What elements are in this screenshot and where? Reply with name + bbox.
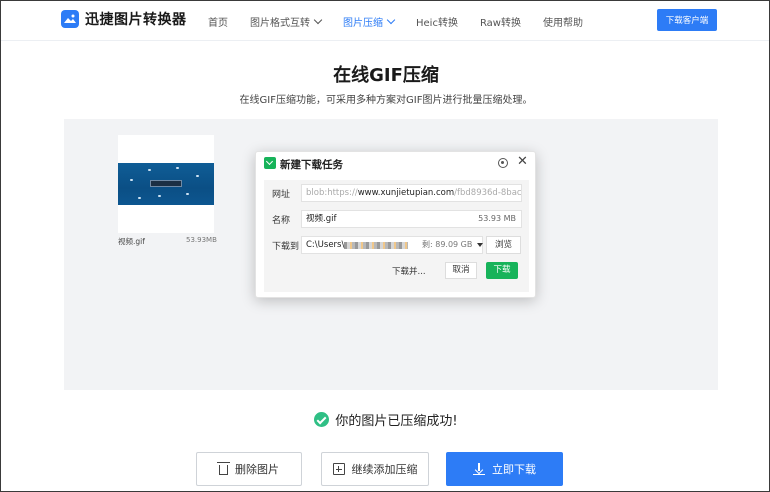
free-space: 剩: 89.09 GB	[422, 240, 473, 249]
close-icon[interactable]: ✕	[517, 154, 528, 170]
logo[interactable]: 迅捷图片转换器	[61, 9, 187, 29]
download-now-label: 立即下载	[492, 463, 536, 476]
nav-help[interactable]: 使用帮助	[543, 14, 583, 29]
success-banner: 你的图片已压缩成功!	[1, 410, 769, 429]
download-now-button[interactable]: 立即下载	[446, 452, 563, 486]
file-size: 53.93MB	[186, 236, 217, 244]
logo-icon	[61, 10, 79, 28]
thumbnail-detail	[186, 193, 189, 195]
thumbnail-detail	[148, 169, 151, 171]
success-message: 你的图片已压缩成功!	[335, 414, 458, 429]
image-thumbnail	[118, 163, 214, 205]
nav-image-compress-label: 图片压缩	[343, 17, 383, 29]
add-box-icon	[332, 463, 345, 475]
page-title: 在线GIF压缩	[333, 65, 439, 86]
download-icon	[473, 463, 485, 475]
thumbnail-detail	[196, 175, 199, 177]
dialog-title-bar[interactable]: 新建下载任务 ✕	[256, 152, 535, 176]
cancel-button[interactable]: 取消	[445, 262, 477, 279]
download-button[interactable]: 下载	[486, 262, 518, 279]
url-host: www.xunjietupian.com	[357, 188, 455, 198]
add-more-label: 继续添加压缩	[351, 463, 418, 476]
url-label: 网址	[272, 190, 291, 200]
saveto-path-field[interactable]: C:\Users\ 剩: 89.09 GB	[301, 236, 483, 254]
thumbnail-detail	[130, 179, 133, 181]
chevron-down-icon	[386, 15, 396, 24]
url-field[interactable]: blob:https://www.xunjietupian.com/fbd893…	[301, 184, 522, 202]
chevron-down-icon	[313, 15, 323, 24]
new-download-dialog: 新建下载任务 ✕ 网址 blob:https://www.xunjietupia…	[255, 151, 536, 298]
app-window: 迅捷图片转换器 首页 图片格式互转 图片压缩 Heic转换 Raw转换 使用帮助…	[0, 0, 770, 492]
main-nav: 首页 图片格式互转 图片压缩 Heic转换 Raw转换 使用帮助	[208, 1, 605, 41]
url-suffix: /fbd8936d-8bac-4	[454, 188, 522, 198]
page-subtitle: 在线GIF压缩功能，可采用多种方案对GIF图片进行批量压缩处理。	[239, 95, 533, 106]
thumbnail-detail	[158, 195, 161, 197]
filename-value: 视频.gif	[306, 214, 337, 224]
nav-heic-convert-label: Heic转换	[416, 17, 458, 29]
download-client-button[interactable]: 下载客户端	[657, 9, 717, 31]
download-app-icon	[264, 157, 276, 169]
redacted-path-segment	[344, 242, 408, 249]
download-and-open-button[interactable]: 下载并...	[392, 265, 426, 277]
nav-heic-convert[interactable]: Heic转换	[416, 14, 458, 29]
trash-icon	[217, 462, 230, 475]
saveto-path: C:\Users\	[306, 240, 345, 250]
thumbnail-detail	[138, 197, 141, 199]
name-label: 名称	[272, 216, 291, 226]
url-prefix: blob:https://	[306, 188, 358, 198]
add-more-button[interactable]: 继续添加压缩	[321, 452, 429, 486]
thumbnail-detail	[176, 167, 179, 169]
check-circle-icon	[314, 412, 330, 427]
nav-home-label: 首页	[208, 17, 228, 29]
nav-format-convert[interactable]: 图片格式互转	[250, 14, 323, 29]
image-thumbnail-card[interactable]	[118, 135, 214, 233]
nav-format-convert-label: 图片格式互转	[250, 17, 310, 29]
delete-image-label: 删除图片	[235, 463, 279, 476]
logo-text: 迅捷图片转换器	[85, 12, 187, 28]
delete-image-button[interactable]: 删除图片	[196, 452, 302, 486]
browse-button[interactable]: 浏览	[486, 236, 521, 254]
dialog-body: 网址 blob:https://www.xunjietupian.com/fbd…	[264, 180, 529, 292]
nav-home[interactable]: 首页	[208, 14, 228, 29]
nav-raw-convert-label: Raw转换	[479, 17, 521, 29]
filename-size: 53.93 MB	[478, 214, 516, 223]
top-header: 迅捷图片转换器 首页 图片格式互转 图片压缩 Heic转换 Raw转换 使用帮助…	[1, 1, 769, 41]
dialog-title: 新建下载任务	[280, 159, 343, 171]
path-dropdown-icon[interactable]	[477, 243, 483, 247]
settings-icon[interactable]	[498, 158, 508, 168]
thumbnail-caption-box	[150, 180, 182, 187]
saveto-label: 下载到	[272, 242, 300, 252]
filename-field[interactable]: 视频.gif 53.93 MB	[301, 210, 522, 228]
nav-image-compress[interactable]: 图片压缩	[343, 14, 396, 29]
nav-raw-convert[interactable]: Raw转换	[480, 14, 521, 29]
file-name: 视频.gif	[118, 237, 145, 246]
nav-help-label: 使用帮助	[543, 17, 583, 29]
